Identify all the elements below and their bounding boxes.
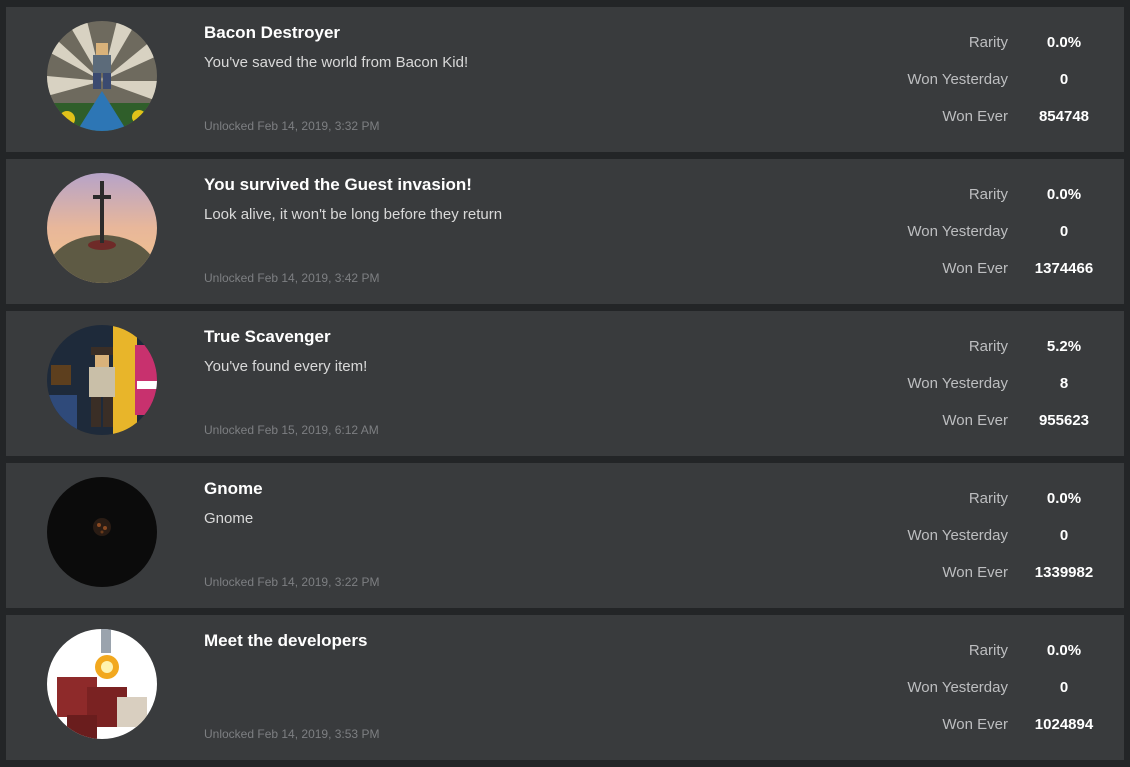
stat-row-rarity: Rarity 0.0%	[864, 186, 1124, 206]
stat-value-rarity: 0.0%	[1046, 490, 1082, 507]
badge-description: Look alive, it won't be long before they…	[204, 206, 503, 223]
badge-title: You survived the Guest invasion!	[204, 175, 472, 194]
badge-unlocked-date: Unlocked Feb 15, 2019, 6:12 AM	[204, 423, 379, 437]
badge-unlocked-date: Unlocked Feb 14, 2019, 3:22 PM	[204, 575, 380, 589]
badge-title: Gnome	[204, 479, 263, 498]
scavenger-badge-icon	[47, 325, 157, 435]
stat-row-rarity: Rarity 0.0%	[864, 34, 1124, 54]
stat-value-won-ever: 955623	[1038, 412, 1090, 429]
stat-row-rarity: Rarity 0.0%	[864, 642, 1124, 662]
stat-value-won-yesterday: 0	[1059, 71, 1069, 88]
badge-card-true-scavenger[interactable]: True Scavenger You've found every item! …	[6, 311, 1124, 456]
stat-label-won-ever: Won Ever	[942, 716, 1008, 733]
stat-label-won-yesterday: Won Yesterday	[907, 375, 1008, 392]
bacon-destroyer-badge-icon	[47, 21, 157, 131]
stat-value-rarity: 0.0%	[1046, 642, 1082, 659]
badge-card-meet-developers[interactable]: Meet the developers Unlocked Feb 14, 201…	[6, 615, 1124, 760]
stat-value-won-ever: 1339982	[1034, 564, 1094, 581]
badge-card-gnome[interactable]: Gnome Gnome Unlocked Feb 14, 2019, 3:22 …	[6, 463, 1124, 608]
badge-card-guest-invasion[interactable]: You survived the Guest invasion! Look al…	[6, 159, 1124, 304]
stat-row-won-yesterday: Won Yesterday 0	[864, 679, 1124, 699]
stat-value-won-yesterday: 0	[1059, 527, 1069, 544]
badge-stats: Rarity 5.2% Won Yesterday 8 Won Ever 955…	[864, 311, 1124, 456]
gnome-badge-icon	[47, 477, 157, 587]
stat-label-won-yesterday: Won Yesterday	[907, 71, 1008, 88]
badge-description: You've found every item!	[204, 358, 368, 375]
stat-row-rarity: Rarity 5.2%	[864, 338, 1124, 358]
stat-row-won-ever: Won Ever 1024894	[864, 716, 1124, 736]
badge-stats: Rarity 0.0% Won Yesterday 0 Won Ever 854…	[864, 7, 1124, 152]
stat-value-rarity: 0.0%	[1046, 34, 1082, 51]
badge-list: Bacon Destroyer You've saved the world f…	[6, 7, 1124, 767]
stat-value-won-yesterday: 8	[1059, 375, 1069, 392]
stat-label-rarity: Rarity	[968, 642, 1008, 659]
badge-card-bacon-destroyer[interactable]: Bacon Destroyer You've saved the world f…	[6, 7, 1124, 152]
stat-label-rarity: Rarity	[968, 34, 1008, 51]
stat-row-won-yesterday: Won Yesterday 0	[864, 223, 1124, 243]
badge-description: You've saved the world from Bacon Kid!	[204, 54, 469, 71]
stat-value-won-ever: 1374466	[1034, 260, 1094, 277]
stat-row-rarity: Rarity 0.0%	[864, 490, 1124, 510]
stat-value-won-ever: 1024894	[1034, 716, 1094, 733]
stat-value-won-yesterday: 0	[1059, 223, 1069, 240]
stat-value-rarity: 0.0%	[1046, 186, 1082, 203]
stat-row-won-ever: Won Ever 955623	[864, 412, 1124, 432]
stat-value-won-yesterday: 0	[1059, 679, 1069, 696]
badge-title: True Scavenger	[204, 327, 331, 346]
stat-label-rarity: Rarity	[968, 490, 1008, 507]
badge-unlocked-date: Unlocked Feb 14, 2019, 3:42 PM	[204, 271, 380, 285]
stat-value-rarity: 5.2%	[1046, 338, 1082, 355]
badge-title: Meet the developers	[204, 631, 368, 650]
badge-stats: Rarity 0.0% Won Yesterday 0 Won Ever 133…	[864, 463, 1124, 608]
stat-label-won-ever: Won Ever	[942, 260, 1008, 277]
badge-unlocked-date: Unlocked Feb 14, 2019, 3:32 PM	[204, 119, 380, 133]
badge-stats: Rarity 0.0% Won Yesterday 0 Won Ever 137…	[864, 159, 1124, 304]
stat-label-won-ever: Won Ever	[942, 108, 1008, 125]
stat-value-won-ever: 854748	[1038, 108, 1090, 125]
developers-badge-icon	[47, 629, 157, 739]
badge-title: Bacon Destroyer	[204, 23, 341, 42]
stat-row-won-yesterday: Won Yesterday 0	[864, 527, 1124, 547]
stat-label-won-yesterday: Won Yesterday	[907, 223, 1008, 240]
badge-description: Gnome	[204, 510, 254, 527]
stat-row-won-yesterday: Won Yesterday 0	[864, 71, 1124, 91]
badge-unlocked-date: Unlocked Feb 14, 2019, 3:53 PM	[204, 727, 380, 741]
stat-row-won-ever: Won Ever 1374466	[864, 260, 1124, 280]
stat-label-rarity: Rarity	[968, 186, 1008, 203]
badge-stats: Rarity 0.0% Won Yesterday 0 Won Ever 102…	[864, 615, 1124, 760]
stat-row-won-ever: Won Ever 1339982	[864, 564, 1124, 584]
sword-in-hill-badge-icon	[47, 173, 157, 283]
stat-label-won-ever: Won Ever	[942, 412, 1008, 429]
stat-label-won-yesterday: Won Yesterday	[907, 679, 1008, 696]
stat-label-rarity: Rarity	[968, 338, 1008, 355]
stat-row-won-yesterday: Won Yesterday 8	[864, 375, 1124, 395]
stat-label-won-yesterday: Won Yesterday	[907, 527, 1008, 544]
stat-row-won-ever: Won Ever 854748	[864, 108, 1124, 128]
stat-label-won-ever: Won Ever	[942, 564, 1008, 581]
